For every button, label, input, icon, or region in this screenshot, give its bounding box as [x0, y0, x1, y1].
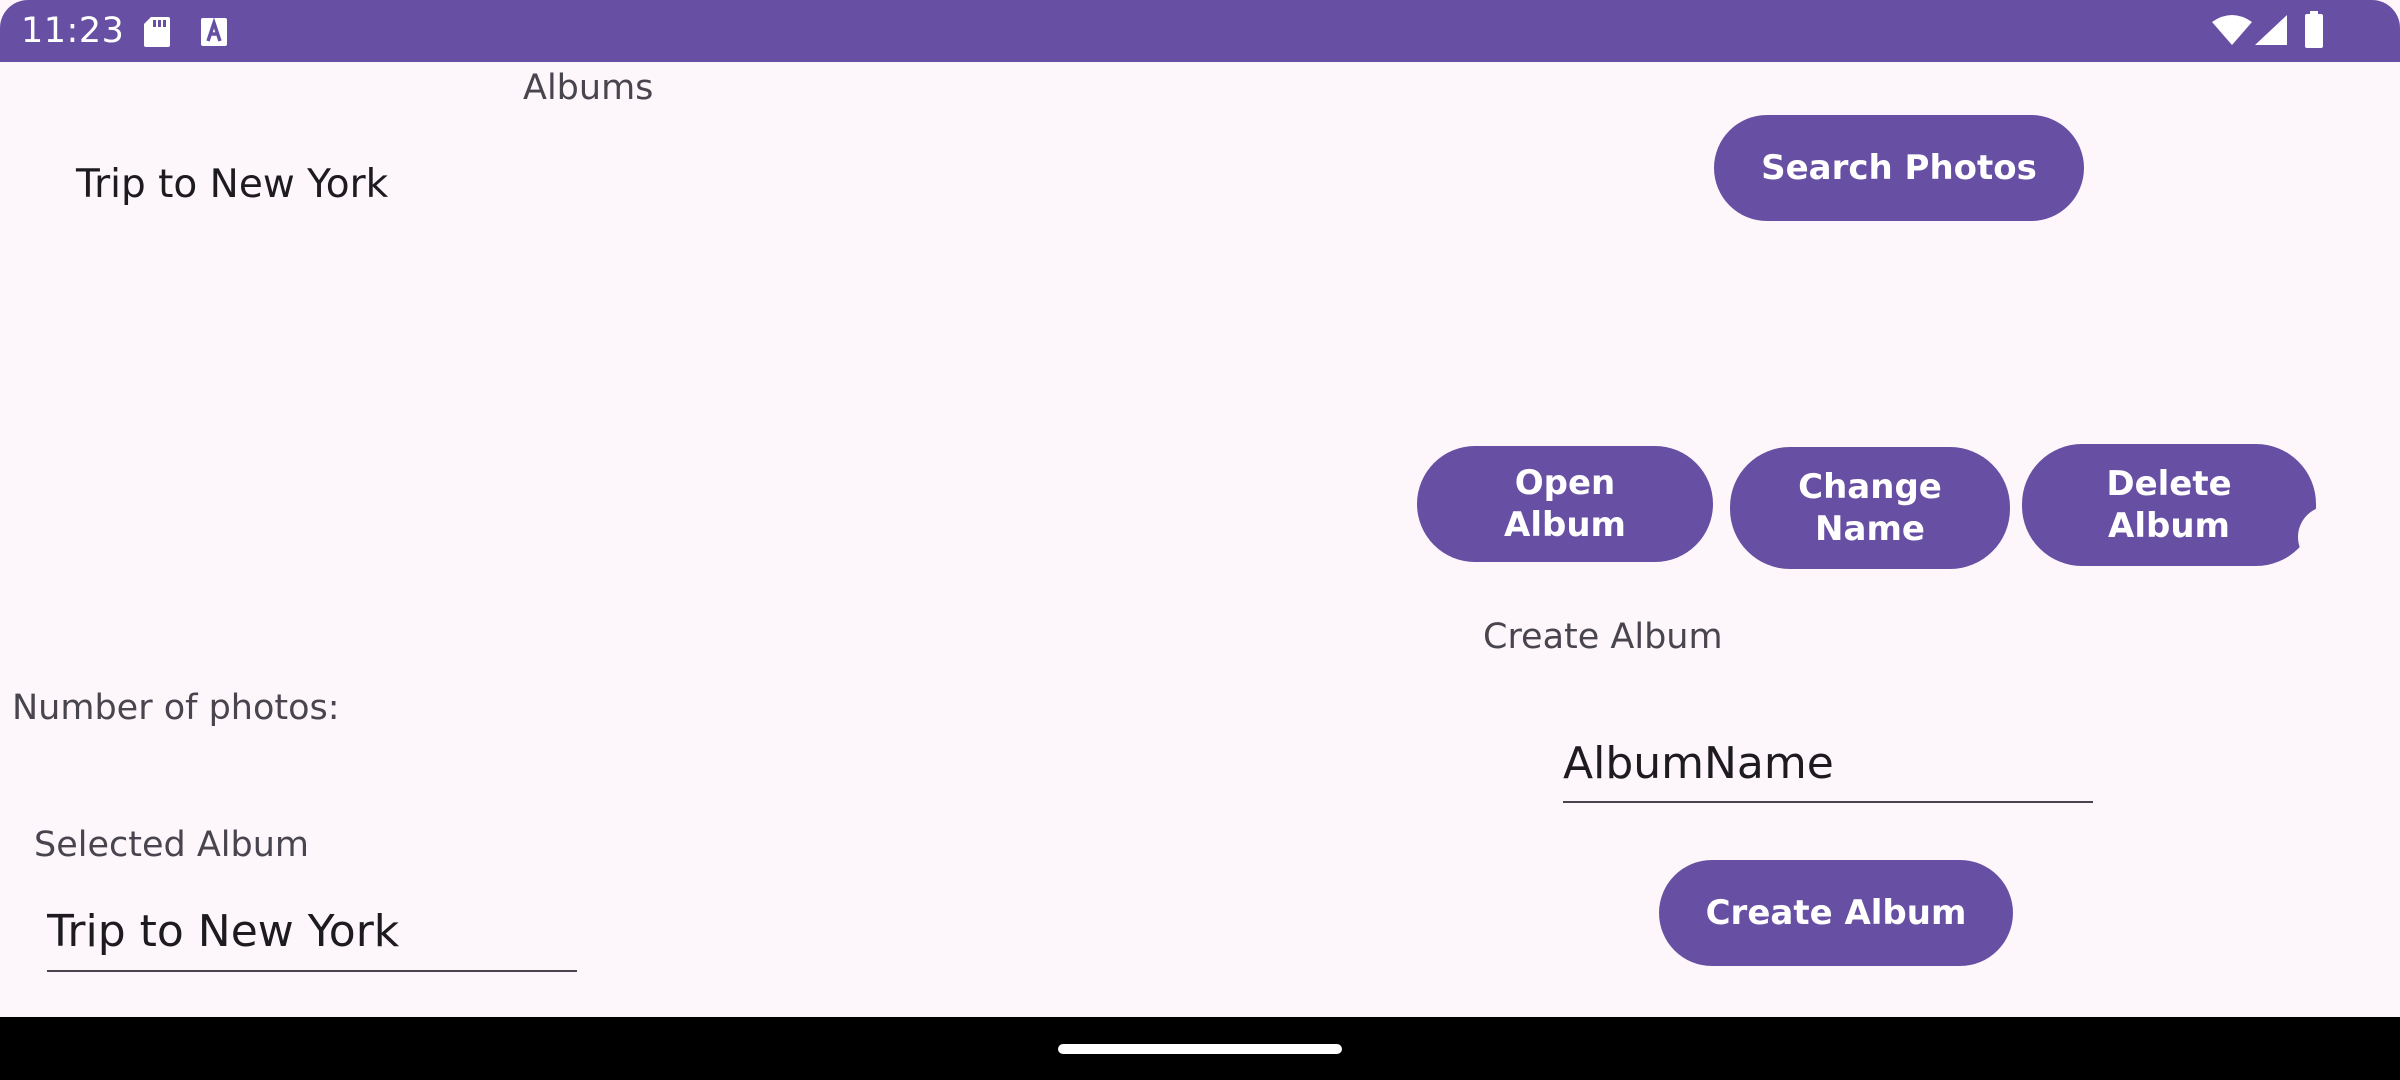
- create-album-button[interactable]: Create Album: [1659, 860, 2013, 966]
- search-photos-button[interactable]: Search Photos: [1714, 115, 2084, 221]
- change-name-label-line2: Name: [1815, 509, 1925, 549]
- create-album-button-label: Create Album: [1705, 893, 1967, 933]
- change-name-button[interactable]: Change Name: [1730, 447, 2010, 569]
- open-album-label-line2: Album: [1504, 505, 1626, 545]
- wifi-icon: [2212, 15, 2252, 45]
- create-album-label: Create Album: [1483, 617, 1723, 657]
- album-list-item[interactable]: Trip to New York: [76, 162, 388, 207]
- selected-album-field[interactable]: [47, 900, 577, 972]
- sd-card-icon: [144, 17, 170, 47]
- text-a-icon: [201, 17, 227, 46]
- number-of-photos-label: Number of photos:: [12, 688, 340, 728]
- signal-icon: [2255, 15, 2287, 45]
- albums-header: Albums: [523, 68, 654, 108]
- home-handle[interactable]: [1058, 1044, 1342, 1054]
- status-bar: [0, 0, 2400, 62]
- battery-icon: [2305, 11, 2323, 48]
- status-time: 11:23: [21, 11, 125, 51]
- album-name-input[interactable]: [1563, 733, 2093, 803]
- delete-album-button[interactable]: Delete Album: [2022, 444, 2316, 566]
- change-name-label-line1: Change: [1798, 467, 1942, 507]
- delete-album-label-line2: Album: [2108, 506, 2230, 546]
- open-album-label-line1: Open: [1514, 463, 1616, 503]
- search-photos-label: Search Photos: [1761, 148, 2037, 188]
- delete-album-label-line1: Delete: [2106, 464, 2232, 504]
- open-album-button[interactable]: Open Album: [1417, 446, 1713, 562]
- selected-album-label: Selected Album: [34, 825, 310, 865]
- overlay-dot: [2298, 506, 2360, 568]
